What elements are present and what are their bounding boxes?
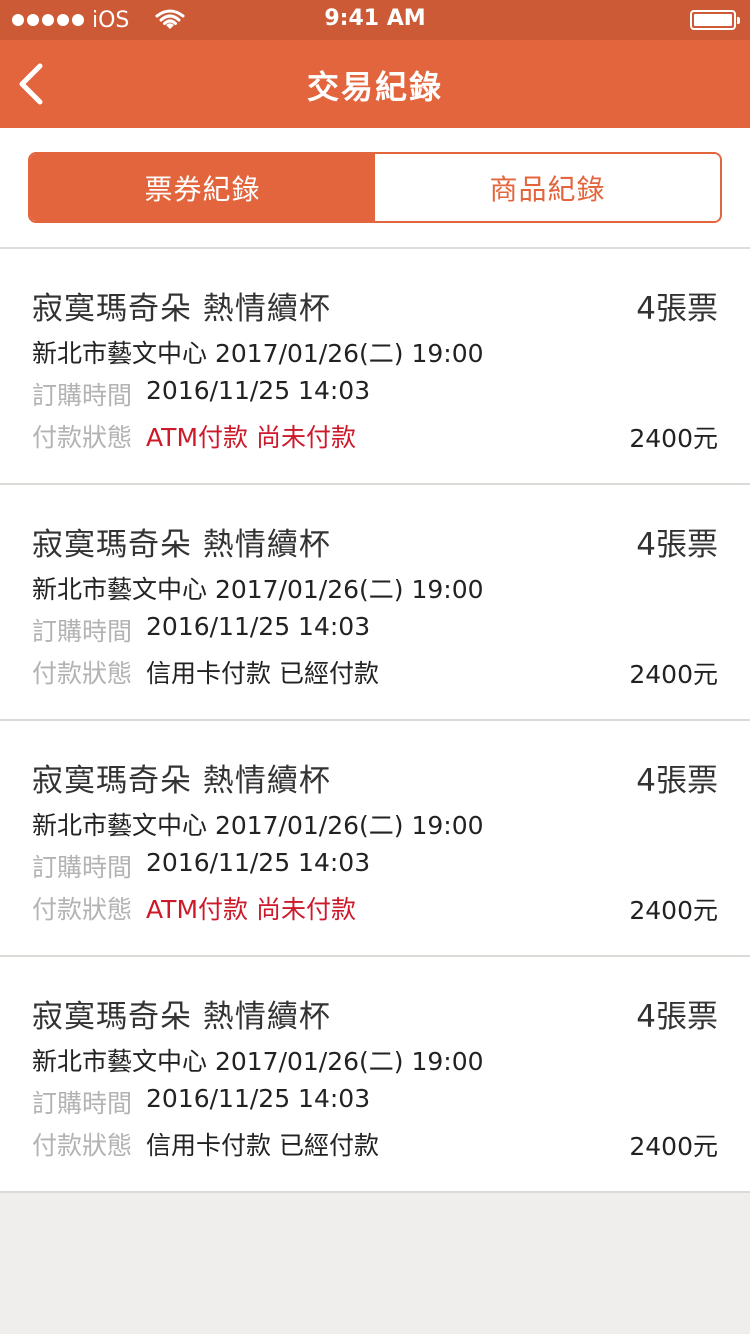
order-time-row: 訂購時間 2016/11/25 14:03 (32, 612, 370, 648)
payment-status: ATM付款 尚未付款 (146, 895, 356, 924)
page-title: 交易紀錄 (306, 68, 443, 106)
record-item[interactable]: 寂寞瑪奇朵 熱情續杯 4張票 新北市藝文中心 2017/01/26(二) 19:… (0, 721, 750, 957)
payment-status: ATM付款 尚未付款 (146, 423, 356, 452)
payment-label: 付款狀態 (32, 659, 133, 688)
payment-row: 付款狀態 ATM付款 尚未付款 (32, 418, 356, 454)
ticket-count: 4張票 (636, 291, 718, 327)
status-bar: iOS 9:41 AM (0, 0, 750, 40)
order-time-row: 訂購時間 2016/11/25 14:03 (32, 376, 370, 412)
payment-label: 付款狀態 (32, 1131, 133, 1160)
record-price: 2400元 (629, 896, 718, 925)
payment-status: 信用卡付款 已經付款 (146, 1131, 379, 1160)
record-price: 2400元 (629, 1132, 718, 1161)
record-venue: 新北市藝文中心 2017/01/26(二) 19:00 (32, 339, 484, 368)
payment-status: 信用卡付款 已經付款 (146, 659, 379, 688)
record-list: 寂寞瑪奇朵 熱情續杯 4張票 新北市藝文中心 2017/01/26(二) 19:… (0, 249, 750, 1193)
segmented-control: 票券紀錄 商品紀錄 (28, 152, 722, 223)
payment-row: 付款狀態 ATM付款 尚未付款 (32, 890, 356, 926)
record-venue: 新北市藝文中心 2017/01/26(二) 19:00 (32, 1047, 484, 1076)
tab-product-records[interactable]: 商品紀錄 (375, 154, 720, 221)
record-venue: 新北市藝文中心 2017/01/26(二) 19:00 (32, 575, 484, 604)
record-venue: 新北市藝文中心 2017/01/26(二) 19:00 (32, 811, 484, 840)
record-title: 寂寞瑪奇朵 熱情續杯 (32, 291, 331, 327)
record-item[interactable]: 寂寞瑪奇朵 熱情續杯 4張票 新北市藝文中心 2017/01/26(二) 19:… (0, 249, 750, 485)
order-time-label: 訂購時間 (32, 617, 133, 646)
payment-row: 付款狀態 信用卡付款 已經付款 (32, 1126, 379, 1162)
segment-bar: 票券紀錄 商品紀錄 (0, 128, 750, 249)
record-title: 寂寞瑪奇朵 熱情續杯 (32, 763, 331, 799)
record-price: 2400元 (629, 660, 718, 689)
ticket-count: 4張票 (636, 999, 718, 1035)
order-time-row: 訂購時間 2016/11/25 14:03 (32, 1084, 370, 1120)
order-time-value: 2016/11/25 14:03 (146, 376, 371, 405)
record-item[interactable]: 寂寞瑪奇朵 熱情續杯 4張票 新北市藝文中心 2017/01/26(二) 19:… (0, 957, 750, 1193)
record-title: 寂寞瑪奇朵 熱情續杯 (32, 527, 331, 563)
payment-row: 付款狀態 信用卡付款 已經付款 (32, 654, 379, 690)
payment-label: 付款狀態 (32, 423, 133, 452)
nav-bar: 交易紀錄 (0, 40, 750, 128)
record-item[interactable]: 寂寞瑪奇朵 熱情續杯 4張票 新北市藝文中心 2017/01/26(二) 19:… (0, 485, 750, 721)
order-time-value: 2016/11/25 14:03 (146, 848, 371, 877)
status-time: 9:41 AM (324, 6, 426, 31)
tab-ticket-records[interactable]: 票券紀錄 (30, 154, 375, 221)
order-time-label: 訂購時間 (32, 1089, 133, 1118)
order-time-value: 2016/11/25 14:03 (146, 1084, 371, 1113)
record-price: 2400元 (629, 424, 718, 453)
battery-icon (690, 10, 740, 30)
order-time-row: 訂購時間 2016/11/25 14:03 (32, 848, 370, 884)
payment-label: 付款狀態 (32, 895, 133, 924)
record-title: 寂寞瑪奇朵 熱情續杯 (32, 999, 331, 1035)
order-time-label: 訂購時間 (32, 381, 133, 410)
order-time-label: 訂購時間 (32, 853, 133, 882)
order-time-value: 2016/11/25 14:03 (146, 612, 371, 641)
ticket-count: 4張票 (636, 763, 718, 799)
ticket-count: 4張票 (636, 527, 718, 563)
